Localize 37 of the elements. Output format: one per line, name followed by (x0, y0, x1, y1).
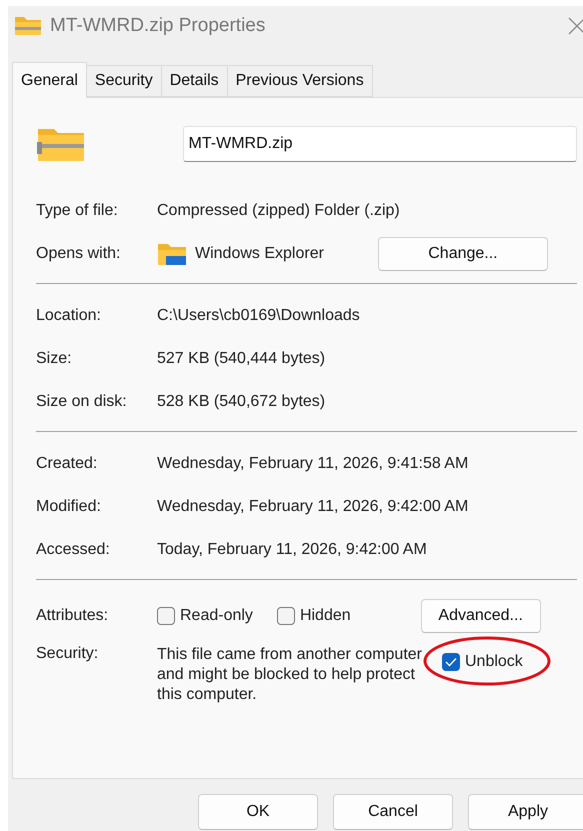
field-label: Location: (36, 306, 102, 324)
field-label: Type of file: (36, 202, 119, 220)
checkbox[interactable]: Hidden (276, 606, 351, 624)
field-label: Accessed: (36, 540, 111, 558)
field-label: Modified: (36, 498, 102, 516)
dialog-button[interactable]: Cancel (333, 794, 453, 830)
folder-icon (157, 242, 187, 266)
field-value: Compressed (zipped) Folder (.zip) (157, 202, 401, 220)
dialog-button[interactable]: Apply (468, 794, 583, 830)
field-value: 528 KB (540,672 bytes) (157, 392, 326, 410)
check-icon (445, 657, 457, 667)
field-label: Size on disk: (36, 392, 128, 410)
close-icon[interactable] (568, 17, 583, 35)
field-value: Wednesday, February 11, 2026, 9:41:58 AM (157, 454, 470, 472)
field-label: Security: (36, 645, 100, 663)
field-label: Attributes: (36, 606, 110, 624)
security-warning: This file came from another computer and might be blocked to help protect this computer. (157, 645, 422, 705)
checkbox[interactable]: Unblock (442, 653, 577, 671)
tab[interactable]: Previous Versions (226, 65, 373, 97)
field-value: Wednesday, February 11, 2026, 9:42:00 AM (157, 498, 470, 516)
checkbox[interactable]: Read-only (157, 606, 253, 624)
advanced-button[interactable]: Advanced... (420, 598, 541, 632)
zip-folder-icon (14, 16, 42, 36)
change-button[interactable]: Change... (378, 236, 548, 270)
field-label: Size: (36, 350, 73, 368)
tab[interactable]: General (12, 62, 87, 98)
field-value: 527 KB (540,444 bytes) (157, 350, 326, 368)
field-value: C:\Users\cb0169\Downloads (157, 306, 361, 324)
window-title: MT-WMRD.zip Properties (50, 15, 266, 37)
tab[interactable]: Security (86, 65, 162, 97)
tab[interactable]: Details (160, 65, 228, 97)
name-field[interactable]: MT-WMRD.zip (182, 126, 577, 162)
field-value: Today, February 11, 2026, 9:42:00 AM (157, 540, 428, 558)
field-value: Windows Explorer (195, 244, 324, 262)
field-label: Created: (36, 454, 98, 472)
field-label: Opens with: (36, 244, 122, 262)
dialog-button[interactable]: OK (198, 794, 318, 830)
